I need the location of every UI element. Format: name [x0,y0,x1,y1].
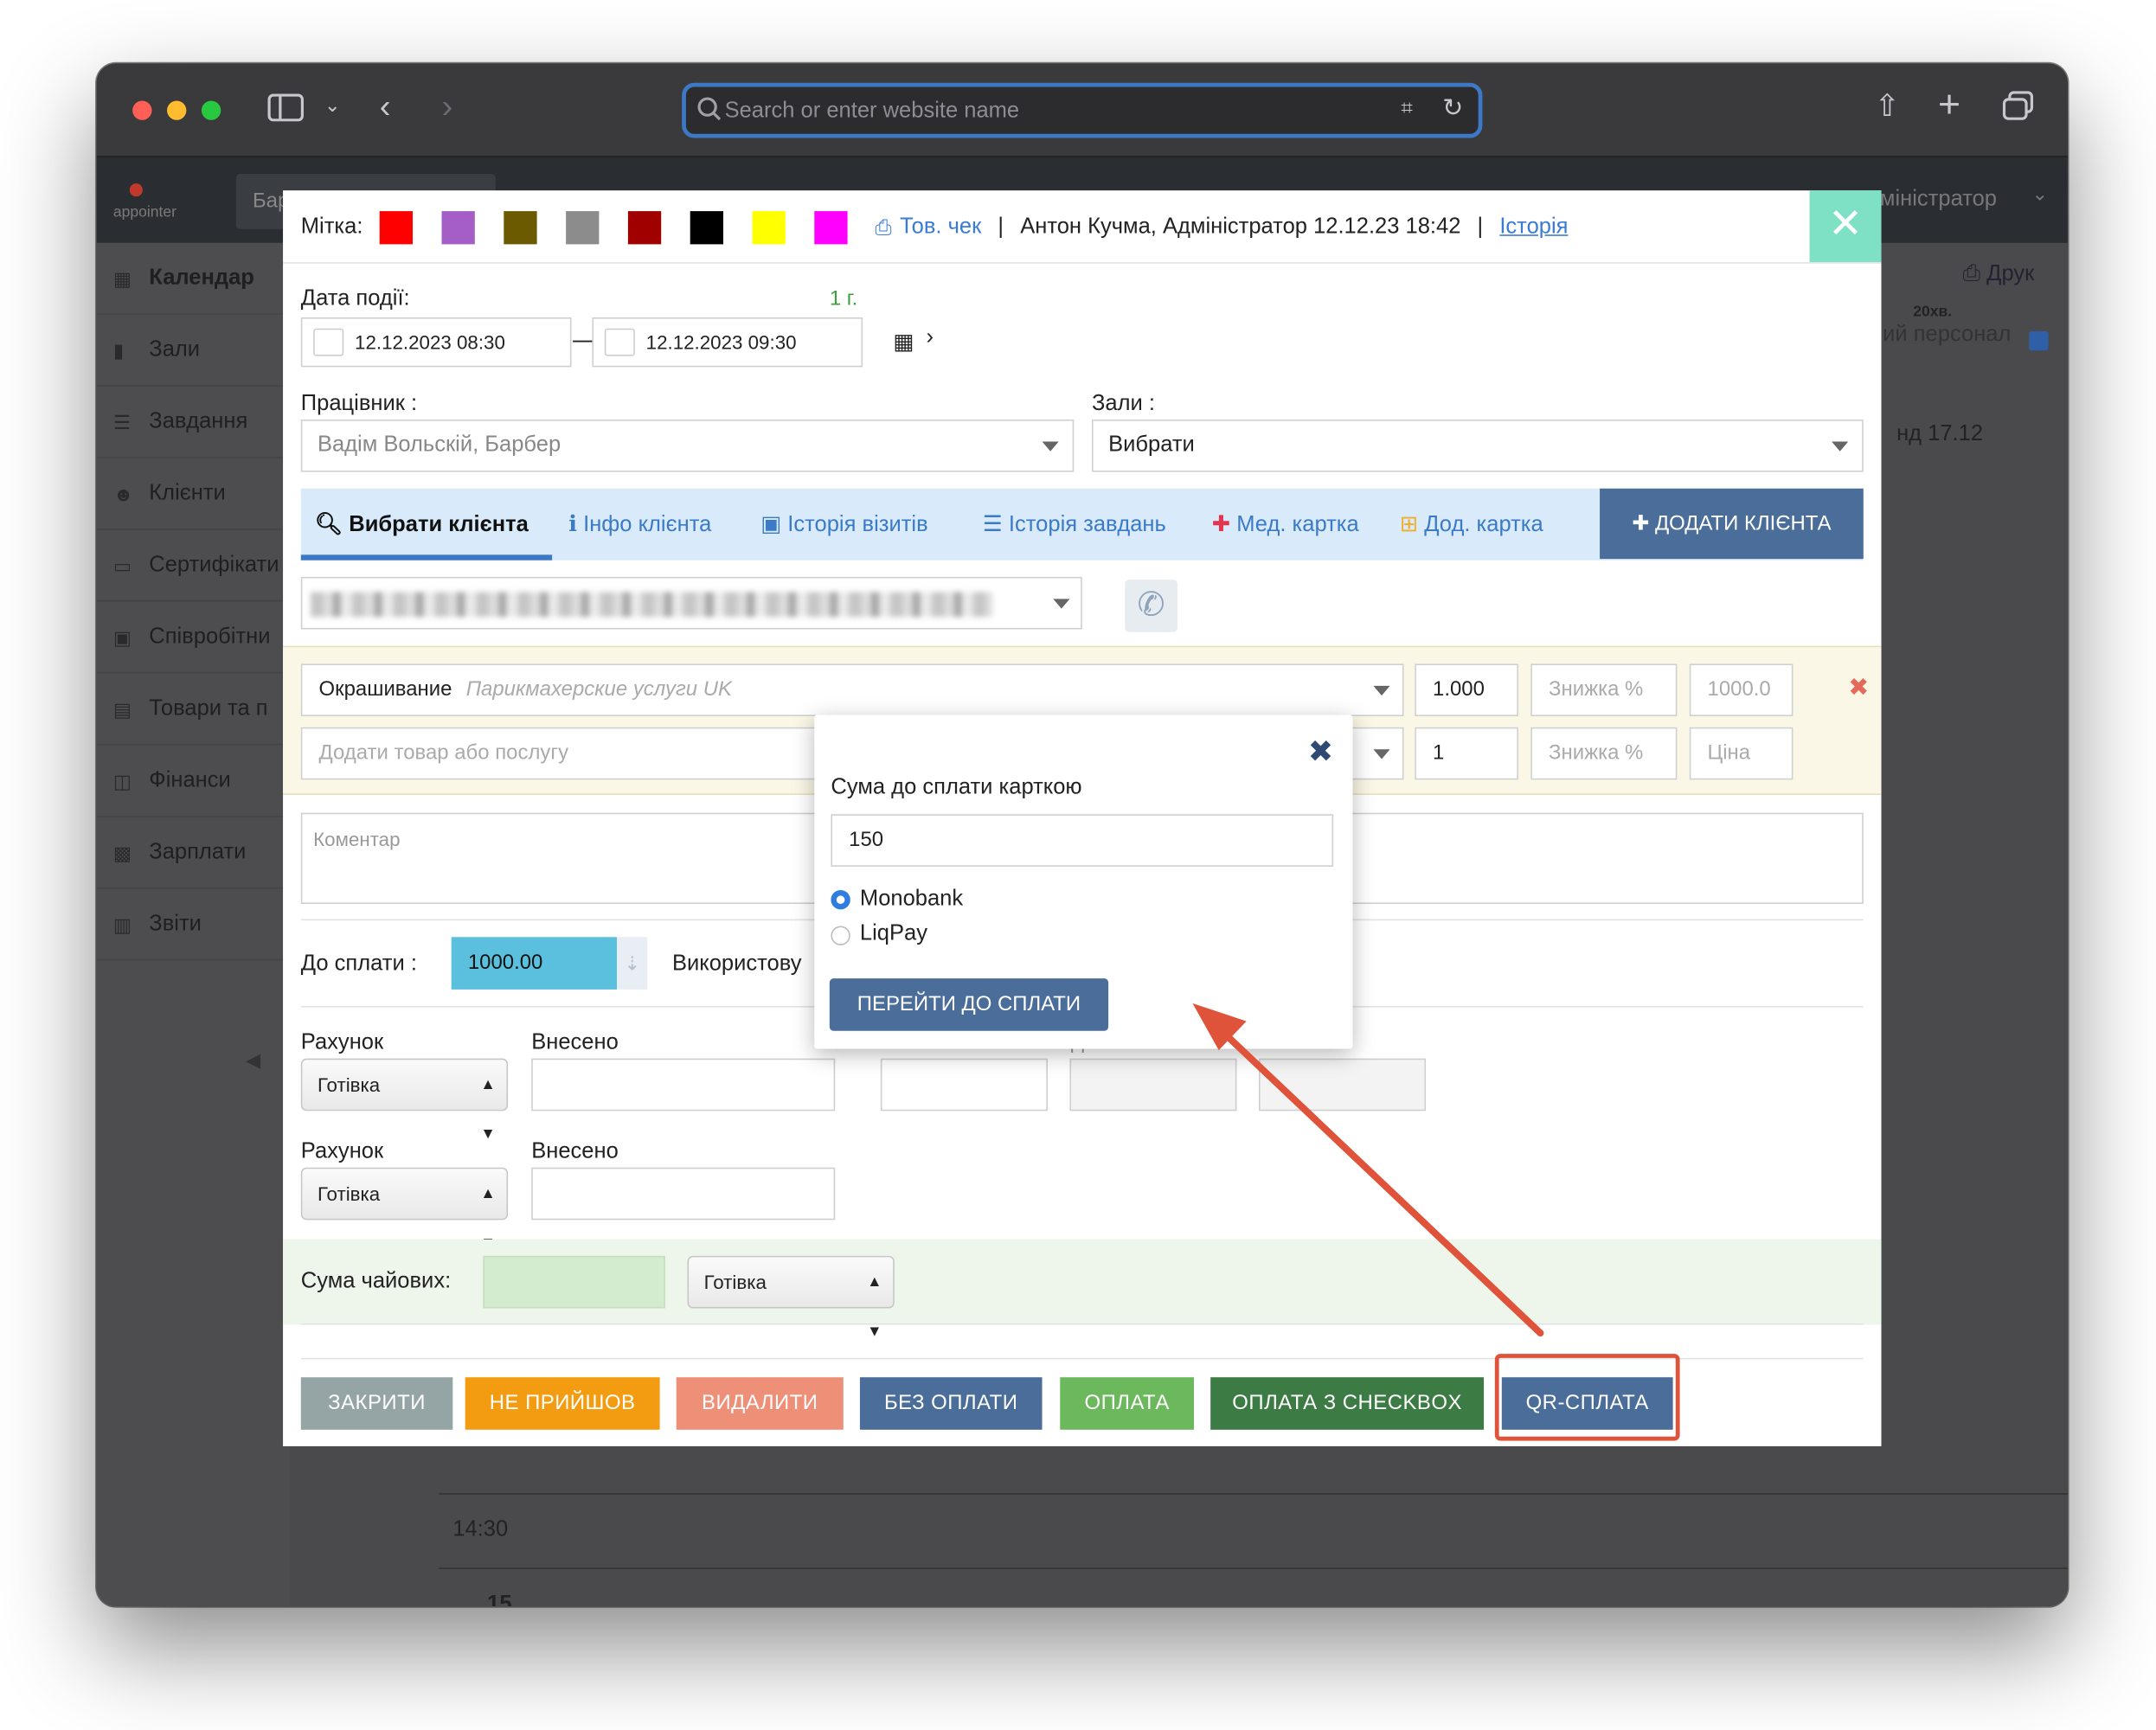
screenshot-stage: ⌄ ‹ › ⌗ ↻ ⇧ + ● appointer Бар мініс [0,0,2156,1730]
annotation-arrow [1192,1003,1544,1337]
